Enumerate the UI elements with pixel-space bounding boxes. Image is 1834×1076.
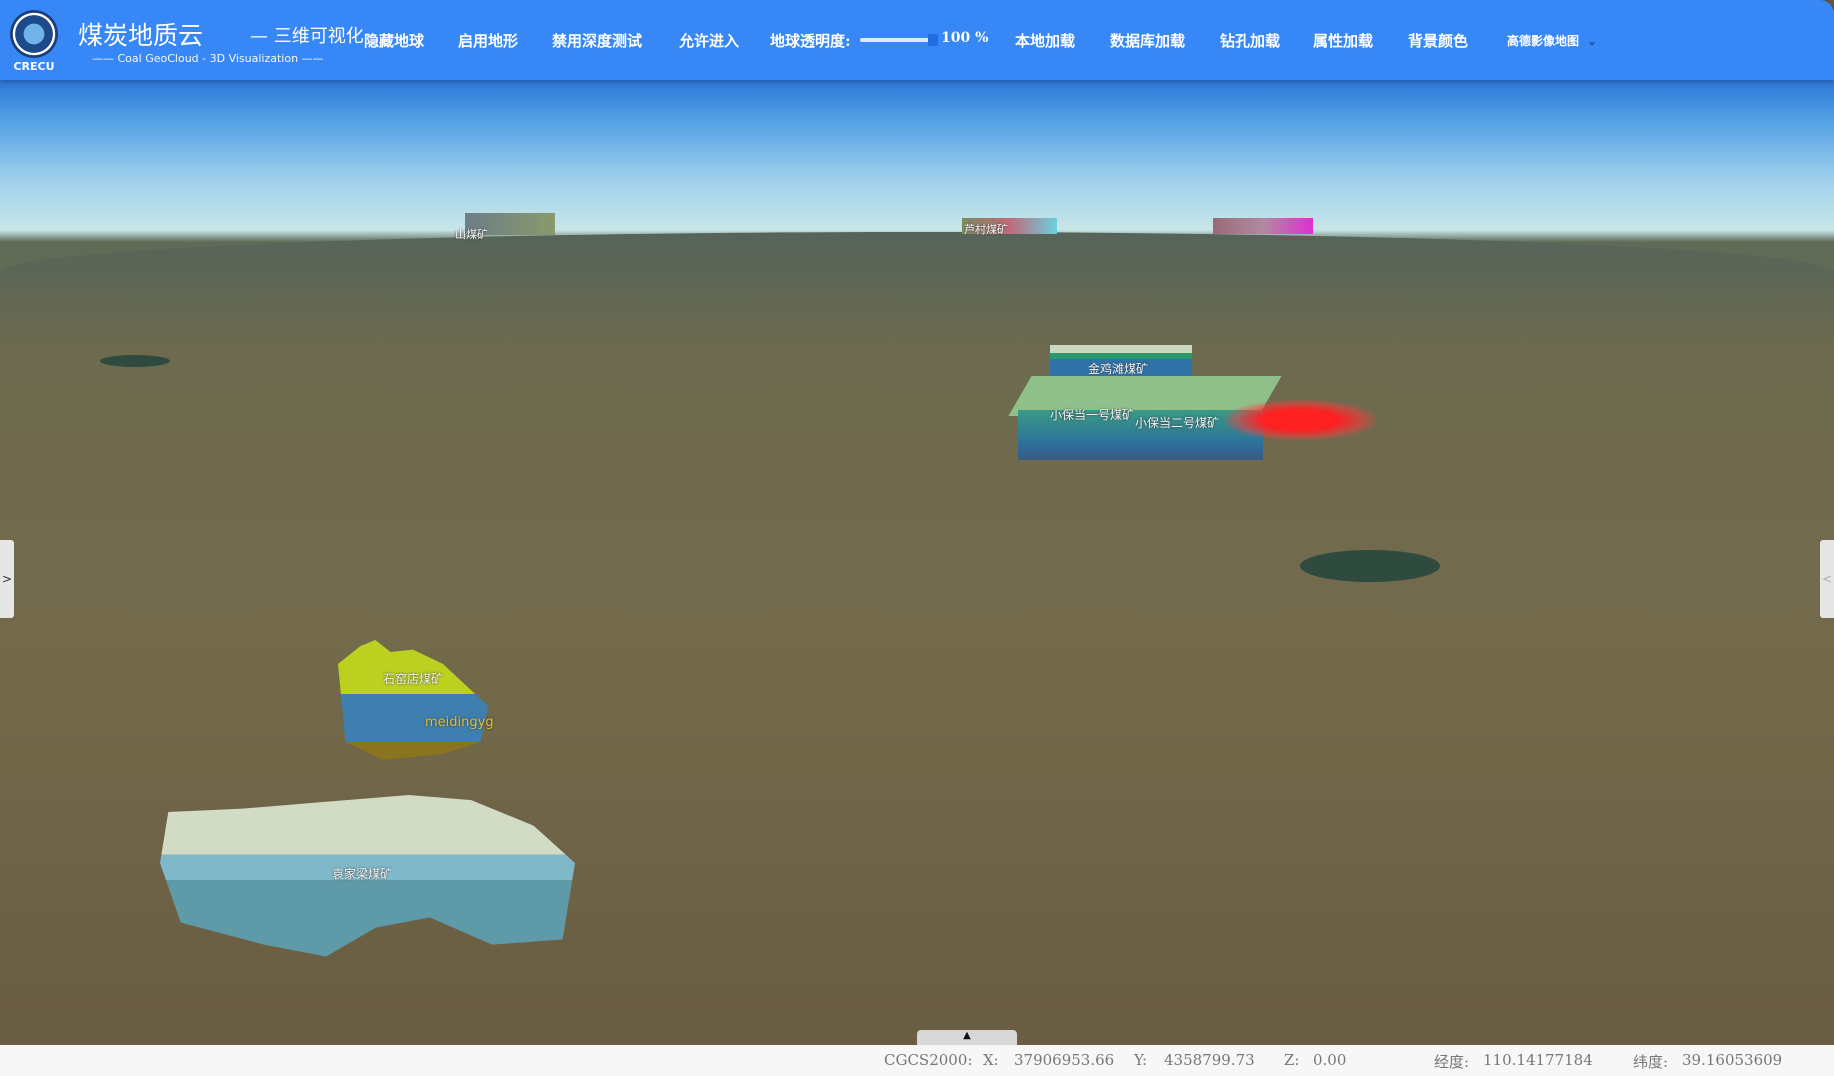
basemap-select-value: 高德影像地图: [1507, 34, 1580, 48]
mine-label-lucun: 芦村煤矿: [964, 223, 1008, 236]
opacity-value: 100 %: [941, 30, 989, 46]
local-load-button[interactable]: 本地加载: [1015, 30, 1075, 51]
chevron-down-icon: ⌄: [1587, 34, 1598, 48]
app-subtitle-en: —— Coal GeoCloud - 3D Visualization ——: [92, 52, 324, 65]
right-panel-toggle[interactable]: <: [1820, 540, 1834, 618]
database-load-button[interactable]: 数据库加载: [1110, 30, 1185, 51]
borehole-cluster[interactable]: [1225, 400, 1375, 440]
latitude-label: 纬度:: [1633, 1053, 1669, 1071]
lake: [1300, 550, 1440, 582]
mine-label-shiyaodian: 石窑店煤矿: [383, 672, 444, 686]
mine-label-jinjitan: 金鸡滩煤矿: [1088, 362, 1149, 376]
crs-label: CGCS2000:: [884, 1051, 973, 1069]
app-title: 煤炭地质云: [78, 21, 204, 50]
top-toolbar: CRECU 煤炭地质云 — 三维可视化 —— Coal GeoCloud - 3…: [0, 0, 1834, 80]
hide-globe-button[interactable]: 隐藏地球: [364, 30, 424, 51]
mine-label-xbd2: 小保当二号煤矿: [1135, 416, 1220, 430]
x-label: X:: [983, 1051, 999, 1069]
attribute-load-button[interactable]: 属性加载: [1313, 30, 1373, 51]
globe-viewer[interactable]: 山煤矿 芦村煤矿 金鸡滩煤矿 小保当一号煤矿 小保当二号煤矿 石窑店煤矿 mei…: [0, 80, 1834, 1045]
x-coordinate: 37906953.66: [1014, 1051, 1115, 1069]
logo-text: CRECU: [13, 60, 55, 73]
latitude-value: 39.16053609: [1682, 1051, 1783, 1069]
y-label: Y:: [1134, 1051, 1148, 1069]
background-color-button[interactable]: 背景颜色: [1408, 30, 1468, 51]
borehole-load-button[interactable]: 钻孔加载: [1220, 30, 1280, 51]
left-panel-toggle[interactable]: >: [0, 540, 14, 618]
borehole-label: meidingyg: [425, 715, 494, 730]
globe-opacity-slider[interactable]: [860, 34, 938, 46]
crecu-logo: [10, 10, 58, 58]
status-bar: CGCS2000: X: 37906953.66 Y: 4358799.73 Z…: [0, 1045, 1834, 1076]
allow-enter-button[interactable]: 允许进入: [679, 30, 739, 51]
longitude-value: 110.14177184: [1483, 1051, 1593, 1069]
mine-label-xbd1: 小保当一号煤矿: [1050, 408, 1135, 422]
enable-terrain-button[interactable]: 启用地形: [458, 30, 518, 51]
slider-handle[interactable]: [928, 34, 938, 46]
basemap-select[interactable]: 高德影像地图 ⌄: [1507, 32, 1597, 49]
z-label: Z:: [1284, 1051, 1300, 1069]
far-coal-mine-model[interactable]: [1213, 218, 1313, 234]
lake: [100, 355, 170, 367]
opacity-label: 地球透明度:: [770, 32, 851, 50]
mine-label: 山煤矿: [455, 228, 488, 241]
mine-label-yuanjialiang: 袁家梁煤矿: [332, 867, 393, 881]
disable-depth-test-button[interactable]: 禁用深度测试: [552, 30, 642, 51]
y-coordinate: 4358799.73: [1164, 1051, 1255, 1069]
bottom-panel-toggle[interactable]: ▲: [917, 1030, 1017, 1045]
longitude-label: 经度:: [1434, 1053, 1470, 1071]
z-coordinate: 0.00: [1313, 1051, 1347, 1069]
app-subtitle: — 三维可视化: [250, 26, 364, 47]
